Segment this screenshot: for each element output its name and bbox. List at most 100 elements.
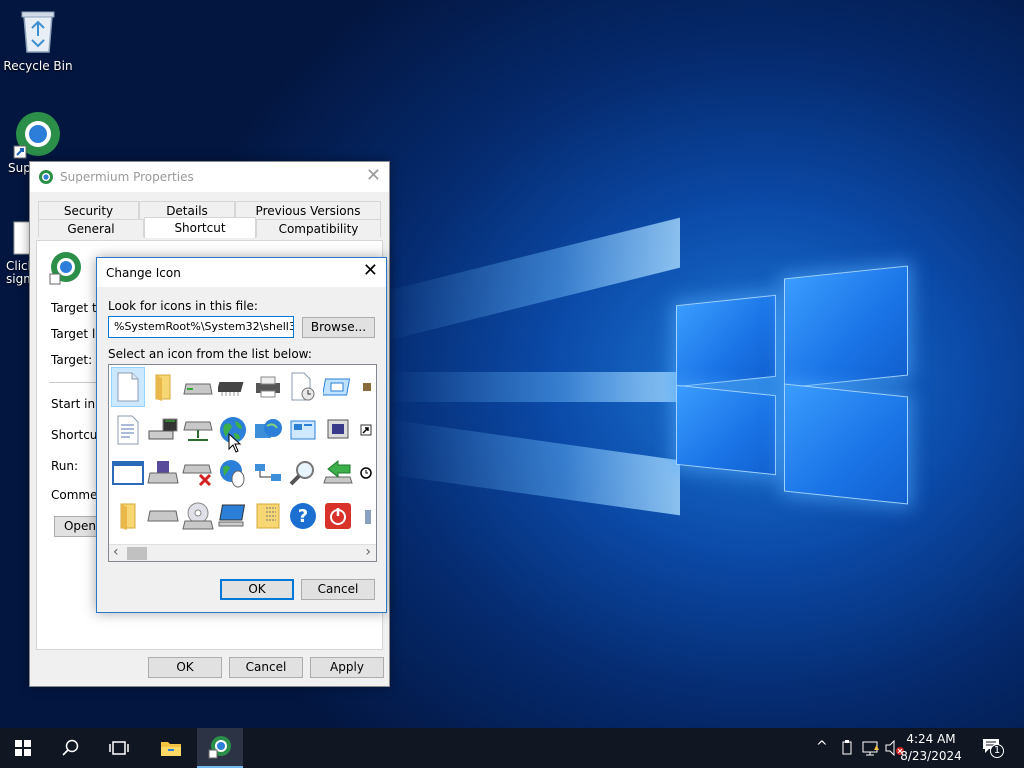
icon-network-globe[interactable] xyxy=(251,410,285,450)
file-explorer-button[interactable] xyxy=(148,728,194,768)
icon-blank-window[interactable] xyxy=(111,453,145,493)
start-button[interactable] xyxy=(0,728,46,768)
partial-icon xyxy=(363,383,371,391)
globe-mouse-icon xyxy=(220,460,245,488)
printer-icon xyxy=(256,376,280,398)
icon-window-app[interactable] xyxy=(321,367,355,407)
magnifier-icon xyxy=(289,461,314,486)
system-clock[interactable]: 4:24 AM 8/23/2024 xyxy=(896,731,966,765)
change-icon-ok-button[interactable]: OK xyxy=(220,579,294,600)
supermium-icon xyxy=(13,112,60,159)
power-icon xyxy=(325,503,351,529)
horizontal-scrollbar[interactable]: ‹ › xyxy=(109,544,376,561)
taskbar: ^ 4:24 AM 8/23/2024 1 xyxy=(0,728,1024,768)
tab-shortcut[interactable]: Shortcut xyxy=(144,217,256,238)
network-icon xyxy=(255,464,281,481)
icon-folder[interactable] xyxy=(146,367,180,407)
icon-partial[interactable] xyxy=(356,367,376,407)
icon-shortcut-overlay[interactable] xyxy=(356,410,376,450)
props-apply-button[interactable]: Apply xyxy=(310,657,384,678)
icon-help[interactable]: ? xyxy=(286,496,320,536)
icon-file-path-input[interactable]: %SystemRoot%\System32\shell32.dll xyxy=(108,316,294,338)
green-arrow-icon xyxy=(323,459,353,484)
supermium-taskbar-button[interactable] xyxy=(197,728,243,768)
memory-chip-icon xyxy=(218,382,244,396)
usb-device-icon[interactable] xyxy=(841,740,853,756)
tab-compatibility[interactable]: Compatibility xyxy=(256,219,381,237)
icon-green-arrow[interactable] xyxy=(321,453,355,493)
icon-network-drive[interactable] xyxy=(181,410,215,450)
icon-computer-network[interactable] xyxy=(146,410,180,450)
task-view-button[interactable] xyxy=(96,728,142,768)
control-panel-icon xyxy=(290,420,316,440)
network-status-icon[interactable] xyxy=(862,740,880,756)
props-ok-button[interactable]: OK xyxy=(148,657,222,678)
media-device-icon xyxy=(327,419,349,439)
look-for-icons-label: Look for icons in this file: xyxy=(108,299,258,313)
supermium-icon xyxy=(208,736,231,759)
icon-drive[interactable] xyxy=(181,367,215,407)
recycle-bin-icon xyxy=(21,11,55,53)
scroll-left-arrow[interactable]: ‹ xyxy=(113,544,119,560)
desktop-icon-recycle-bin[interactable]: Recycle Bin xyxy=(0,8,76,73)
action-center-button[interactable]: 1 xyxy=(980,736,1006,760)
properties-title: Supermium Properties xyxy=(60,170,194,184)
icon-text-document[interactable] xyxy=(111,410,145,450)
icon-blank-document[interactable] xyxy=(111,367,145,407)
properties-titlebar[interactable]: Supermium Properties ✕ xyxy=(30,162,389,192)
windows-start-icon xyxy=(15,740,31,756)
tab-general[interactable]: General xyxy=(38,219,144,237)
monitor-icon xyxy=(218,504,246,527)
folder-icon xyxy=(155,374,171,401)
icon-folder-grid[interactable] xyxy=(251,496,285,536)
notification-count-badge: 1 xyxy=(990,744,1004,758)
icon-media-device[interactable] xyxy=(321,410,355,450)
icon-chip[interactable] xyxy=(216,367,250,407)
icon-floppy-drive[interactable] xyxy=(146,453,180,493)
icon-cd-drive[interactable] xyxy=(181,496,215,536)
props-cancel-button[interactable]: Cancel xyxy=(229,657,303,678)
clock-icon xyxy=(360,467,372,479)
help-icon: ? xyxy=(290,503,316,529)
supermium-icon xyxy=(39,170,53,184)
change-icon-close-button[interactable]: ✕ xyxy=(363,261,378,281)
icon-power[interactable] xyxy=(321,496,355,536)
icon-monitor[interactable] xyxy=(216,496,250,536)
icon-control-panel[interactable] xyxy=(286,410,320,450)
browse-button[interactable]: Browse... xyxy=(302,317,375,338)
document-clock-icon xyxy=(291,372,315,401)
wallpaper-beam xyxy=(390,419,680,516)
field-label-run: Run: xyxy=(51,459,79,473)
blank-document-icon xyxy=(117,372,139,402)
blank-window-icon xyxy=(112,461,144,485)
search-button[interactable] xyxy=(48,728,94,768)
disconnected-drive-icon xyxy=(182,464,212,487)
icon-magnifier[interactable] xyxy=(286,453,320,493)
scroll-thumb[interactable] xyxy=(127,547,147,560)
icon-network[interactable] xyxy=(251,453,285,493)
search-icon xyxy=(62,739,79,756)
change-icon-cancel-button[interactable]: Cancel xyxy=(301,579,375,600)
tray-overflow-chevron[interactable]: ^ xyxy=(816,739,828,755)
cd-drive-icon xyxy=(182,502,214,530)
icon-partial-row4[interactable] xyxy=(356,496,376,536)
icon-list[interactable]: ? ‹ › xyxy=(108,364,377,562)
select-icon-label: Select an icon from the list below: xyxy=(108,347,312,361)
icon-disconnected-drive[interactable] xyxy=(181,453,215,493)
icon-document-clock[interactable] xyxy=(286,367,320,407)
clock-date: 8/23/2024 xyxy=(900,749,962,763)
change-icon-titlebar[interactable]: Change Icon ✕ xyxy=(97,258,386,287)
tab-security[interactable]: Security xyxy=(38,201,139,219)
icon-clock-partial[interactable] xyxy=(356,453,376,493)
icon-removable-drive[interactable] xyxy=(146,496,180,536)
properties-close-button[interactable]: ✕ xyxy=(366,166,381,186)
network-drive-icon xyxy=(183,421,213,441)
task-view-icon xyxy=(109,741,129,755)
scroll-right-arrow[interactable]: › xyxy=(365,544,371,560)
icon-printer[interactable] xyxy=(251,367,285,407)
icon-globe-mouse[interactable] xyxy=(216,453,250,493)
supermium-icon xyxy=(49,252,81,285)
tab-previous-versions[interactable]: Previous Versions xyxy=(235,201,381,219)
icon-folder-closed[interactable] xyxy=(111,496,145,536)
shortcut-arrow-icon xyxy=(360,424,372,436)
